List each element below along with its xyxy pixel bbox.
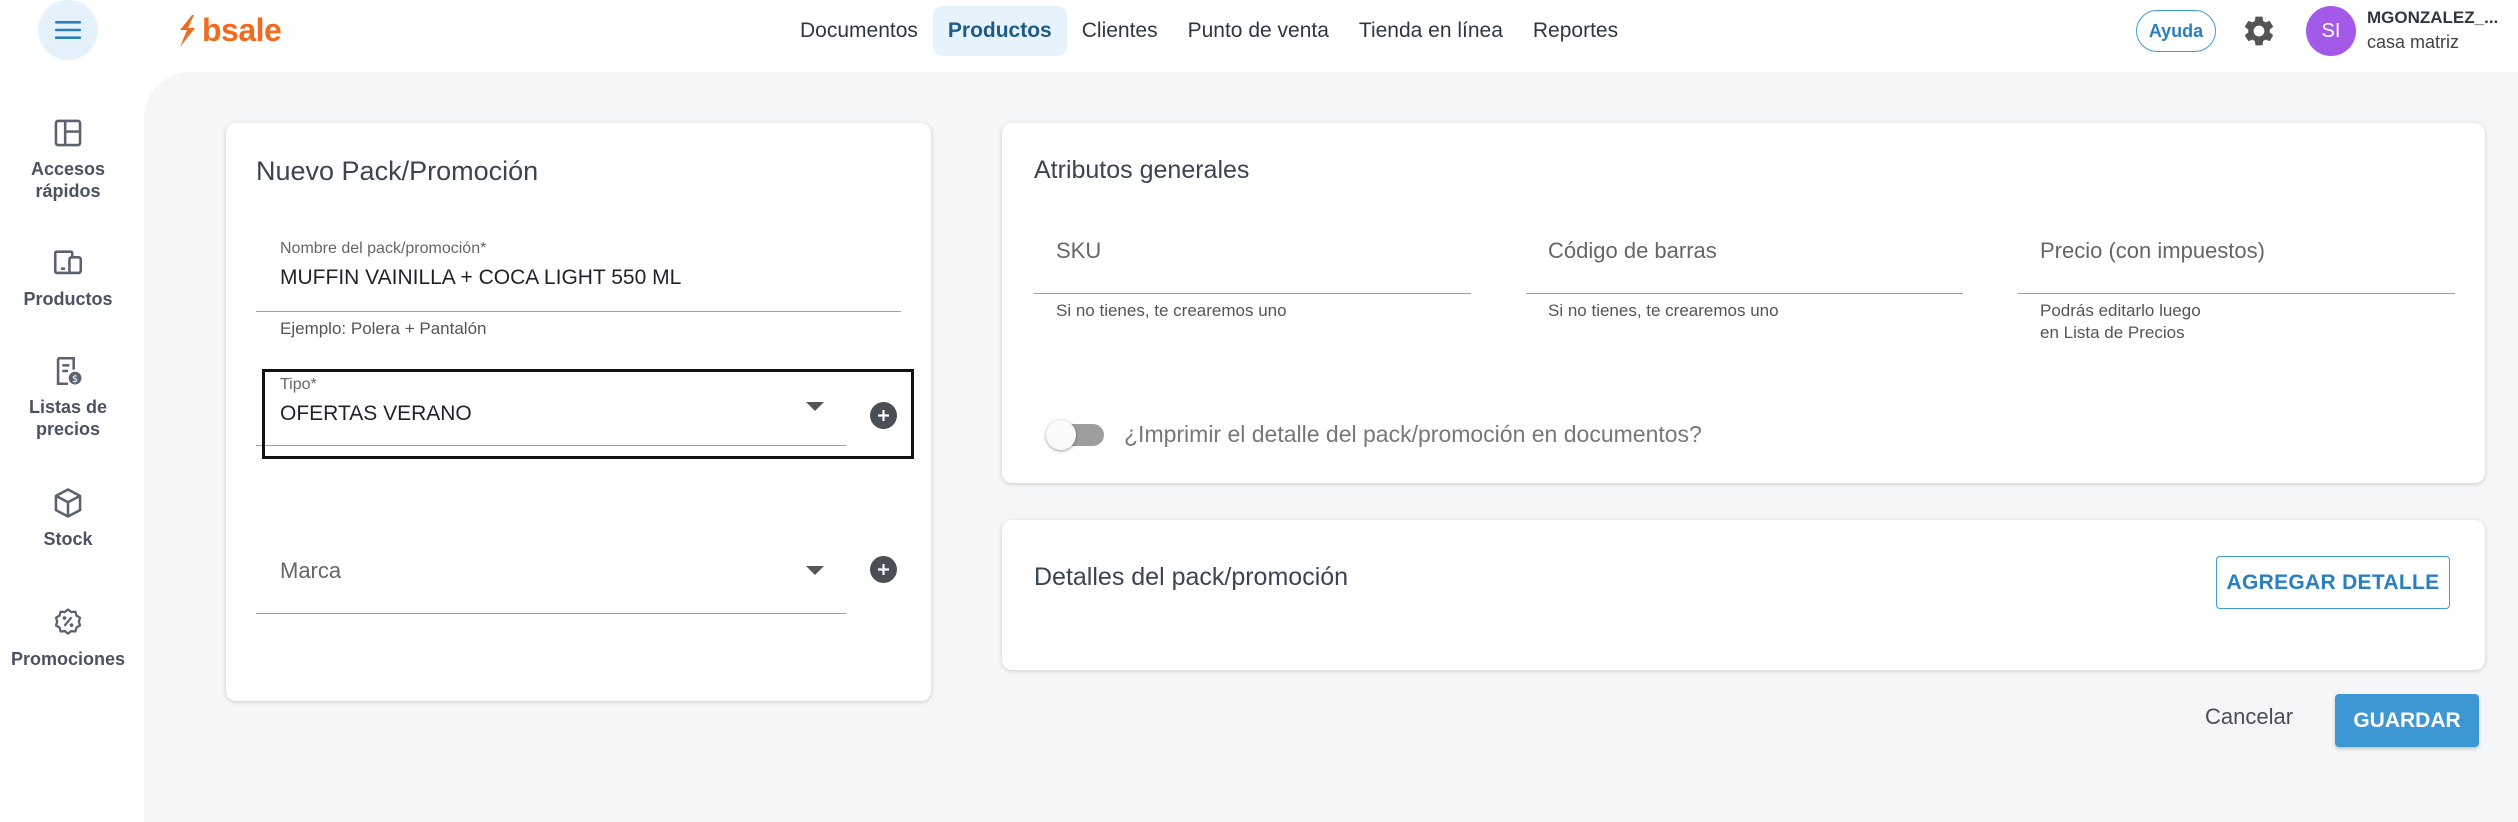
price-helper-line-1: Podrás editarlo luego <box>2040 301 2201 320</box>
devices-icon <box>53 250 83 275</box>
details-title: Detalles del pack/promoción <box>1034 563 1349 591</box>
sku-input[interactable]: SKU <box>1034 224 1471 294</box>
sidebar-label: Accesos rápidos <box>30 159 106 201</box>
discount-icon <box>54 608 82 635</box>
bsale-logo[interactable]: bsale <box>176 12 282 49</box>
sidebar-item-listas-de-precios[interactable]: $ Listas de precios <box>0 354 136 440</box>
barcode-input[interactable]: Código de barras <box>1526 224 1963 294</box>
hamburger-icon <box>55 21 81 39</box>
barcode-helper: Si no tienes, te crearemos uno <box>1548 301 1779 320</box>
nav-tienda-en-linea[interactable]: Tienda en línea <box>1344 6 1518 56</box>
pack-name-field[interactable]: Nombre del pack/promoción* MUFFIN VAINIL… <box>256 232 901 312</box>
toggle-knob <box>1046 420 1076 450</box>
price-helper-line-2: en Lista de Precios <box>2040 323 2185 342</box>
sku-placeholder: SKU <box>1056 238 1102 263</box>
logo-text: bsale <box>202 12 282 48</box>
print-detail-label: ¿Imprimir el detalle del pack/promoción … <box>1124 421 1702 447</box>
sidebar-item-stock[interactable]: Stock <box>0 486 136 550</box>
attributes-title: Atributos generales <box>1034 156 1250 184</box>
top-bar: bsale Documentos Productos Clientes Punt… <box>0 0 2518 62</box>
type-highlight-box <box>262 369 914 459</box>
price-input[interactable]: Precio (con impuestos) <box>2018 224 2455 294</box>
sidebar-label: Productos <box>23 289 113 309</box>
svg-text:$: $ <box>72 374 78 385</box>
add-detail-button[interactable]: AGREGAR DETALLE <box>2216 556 2450 609</box>
save-button[interactable]: GUARDAR <box>2335 694 2479 747</box>
print-detail-toggle[interactable] <box>1046 420 1104 450</box>
barcode-placeholder: Código de barras <box>1548 238 1717 263</box>
box-icon <box>54 488 82 518</box>
nav-documentos[interactable]: Documentos <box>785 6 933 56</box>
cancel-button[interactable]: Cancelar <box>2205 704 2293 730</box>
sidebar: Accesos rápidos Productos $ Listas de pr… <box>0 62 144 822</box>
nav-punto-de-venta[interactable]: Punto de venta <box>1173 6 1344 56</box>
nav-productos[interactable]: Productos <box>932 6 1067 56</box>
price-list-icon: $ <box>56 356 82 386</box>
sidebar-label: Stock <box>43 529 93 549</box>
user-branch: casa matriz <box>2367 32 2460 52</box>
bsale-bolt-icon <box>180 14 195 47</box>
sidebar-label: Promociones <box>10 649 126 669</box>
gear-icon[interactable] <box>2241 13 2277 49</box>
sidebar-item-productos[interactable]: Productos <box>0 246 136 310</box>
sidebar-item-promociones[interactable]: Promociones <box>0 606 136 670</box>
brand-select[interactable]: Marca <box>256 538 846 614</box>
pack-name-value: MUFFIN VAINILLA + COCA LIGHT 550 ML <box>280 266 682 289</box>
user-name[interactable]: MGONZALEZ_... <box>2367 8 2498 28</box>
sidebar-label: Listas de precios <box>28 397 108 439</box>
menu-button[interactable] <box>38 0 98 60</box>
nav-clientes[interactable]: Clientes <box>1067 6 1173 56</box>
sku-helper: Si no tienes, te crearemos uno <box>1056 301 1287 320</box>
nav-reportes[interactable]: Reportes <box>1518 6 1633 56</box>
main-nav: Documentos Productos Clientes Punto de v… <box>785 6 1633 56</box>
pack-name-label: Nombre del pack/promoción* <box>280 240 487 257</box>
sidebar-item-accesos-rapidos[interactable]: Accesos rápidos <box>0 116 136 202</box>
plus-icon <box>878 564 889 575</box>
brand-placeholder: Marca <box>280 558 342 583</box>
page-title: Nuevo Pack/Promoción <box>256 156 539 186</box>
dashboard-icon <box>54 119 82 147</box>
pack-name-helper: Ejemplo: Polera + Pantalón <box>280 319 487 338</box>
avatar[interactable]: SI <box>2306 6 2356 56</box>
price-placeholder: Precio (con impuestos) <box>2040 238 2265 263</box>
help-button[interactable]: Ayuda <box>2136 10 2216 52</box>
chevron-down-icon[interactable] <box>806 566 824 575</box>
add-brand-button[interactable] <box>870 556 897 583</box>
